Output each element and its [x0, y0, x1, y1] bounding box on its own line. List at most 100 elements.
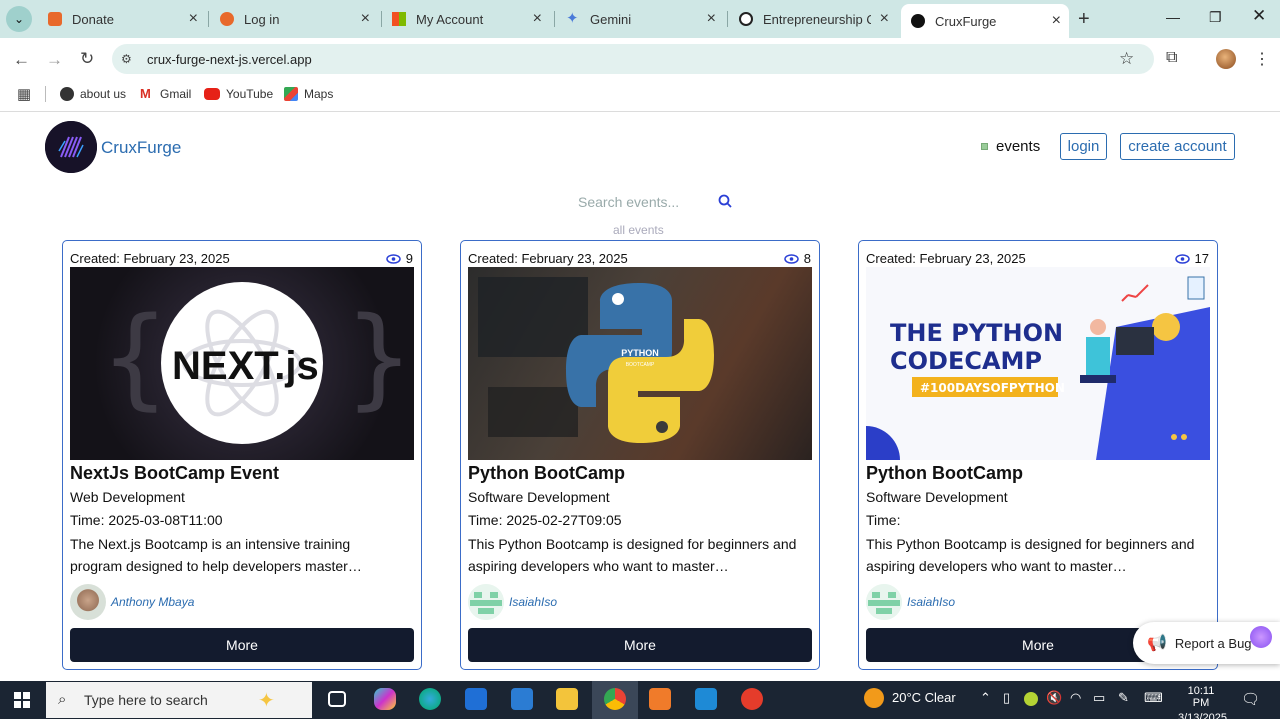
bookmark-label: Maps [304, 87, 334, 101]
copilot-icon[interactable] [374, 688, 396, 710]
close-icon[interactable]: × [533, 10, 542, 28]
author-name[interactable]: IsaiahIso [907, 595, 955, 609]
more-button[interactable]: More [70, 628, 414, 662]
author-avatar[interactable] [468, 584, 504, 620]
weather-icon[interactable] [864, 688, 884, 708]
wifi-icon[interactable]: ◠ [1070, 690, 1081, 706]
close-icon[interactable]: × [189, 10, 198, 28]
wps-icon[interactable] [741, 688, 763, 710]
author-name[interactable]: Anthony Mbaya [111, 595, 194, 609]
bookmarks-bar [0, 80, 1280, 112]
bookmark-divider [45, 86, 46, 102]
created-date: Created: February 23, 2025 [70, 251, 230, 266]
url-text[interactable]: crux-furge-next-js.vercel.app [147, 52, 312, 67]
tab-search-button[interactable]: ⌄ [6, 6, 32, 32]
event-card[interactable]: Created: February 23, 2025 8 PYTHON BOOT… [460, 240, 820, 670]
image-text: PYTHON [621, 348, 659, 358]
menu-icon[interactable]: ⋮ [1254, 49, 1270, 69]
keyboard-icon[interactable]: ⌨ [1144, 690, 1163, 706]
device-icon[interactable]: ▯ [1003, 690, 1010, 706]
vscode-icon[interactable] [695, 688, 717, 710]
create-account-button[interactable]: create account [1120, 133, 1235, 160]
event-title[interactable]: Python BootCamp [468, 463, 625, 484]
author-avatar[interactable] [866, 584, 902, 620]
event-title[interactable]: Python BootCamp [866, 463, 1023, 484]
site-logo[interactable] [45, 121, 97, 173]
reload-button[interactable]: ↻ [80, 49, 94, 69]
event-title[interactable]: NextJs BootCamp Event [70, 463, 279, 484]
bookmark-gmail[interactable]: M Gmail [140, 87, 191, 102]
clock[interactable]: 10:11 PM 3/13/2025 [1178, 685, 1227, 724]
view-count-value: 17 [1194, 251, 1209, 266]
mail-icon[interactable] [511, 688, 533, 710]
tab-divider [554, 11, 555, 27]
extensions-icon[interactable]: ⧉ [1166, 49, 1177, 67]
filter-label[interactable]: all events [613, 223, 664, 237]
xampp-icon[interactable] [649, 688, 671, 710]
weather-text[interactable]: 20°C Clear [892, 690, 956, 705]
nav-events-link[interactable]: events [981, 138, 1040, 155]
close-icon[interactable]: × [1052, 12, 1061, 30]
logo-icon [45, 121, 97, 173]
site-info-icon[interactable]: ⚙ [121, 52, 132, 66]
event-card[interactable]: Created: February 23, 2025 17 THE PYTHON… [858, 240, 1218, 670]
event-category: Web Development [70, 489, 185, 505]
search-input[interactable] [578, 192, 738, 212]
bookmark-about-us[interactable]: about us [60, 87, 126, 101]
edge-icon[interactable] [419, 688, 441, 710]
profile-avatar[interactable] [1216, 49, 1236, 69]
close-icon[interactable]: × [880, 10, 889, 28]
brand-name[interactable]: CruxFurge [101, 138, 181, 158]
windows-start-button[interactable] [14, 692, 30, 713]
globe-icon [60, 87, 74, 101]
more-button[interactable]: More [468, 628, 812, 662]
window-close-button[interactable]: ✕ [1252, 6, 1266, 26]
chrome-icon[interactable] [604, 688, 626, 710]
task-view-icon[interactable] [328, 691, 346, 707]
apps-grid-icon[interactable]: ▦ [17, 85, 31, 103]
event-card[interactable]: Created: February 23, 2025 9 { } NEXT.js… [62, 240, 422, 670]
restore-button[interactable]: ❐ [1209, 9, 1222, 26]
eye-icon [784, 253, 799, 264]
bookmark-youtube[interactable]: YouTube [204, 87, 273, 101]
new-tab-button[interactable]: + [1078, 8, 1090, 31]
author-avatar[interactable] [70, 584, 106, 620]
tab-entrepreneurship[interactable]: Entrepreneurship Qu × [729, 6, 897, 32]
tab-cruxfurge[interactable]: CruxFurge × [901, 4, 1069, 38]
chevron-up-icon[interactable]: ⌃ [980, 690, 991, 706]
login-button[interactable]: login [1060, 133, 1107, 160]
tab-gemini[interactable]: ✦ Gemini × [556, 6, 724, 32]
copilot-sparkle-icon[interactable]: ✦ [258, 688, 275, 713]
windows-icon [14, 692, 30, 708]
volume-icon[interactable]: 🔇 [1046, 690, 1062, 706]
image-subtext: BOOTCAMP [626, 362, 655, 368]
close-icon[interactable]: × [707, 10, 716, 28]
event-image[interactable]: PYTHON BOOTCAMP [468, 267, 812, 460]
event-image[interactable]: THE PYTHON CODECAMP #100DAYSOFPYTHON [866, 267, 1210, 460]
events-icon [981, 143, 988, 150]
battery-icon[interactable]: ▭ [1093, 690, 1105, 706]
tray-app-icon[interactable] [1024, 692, 1038, 706]
event-image[interactable]: { } NEXT.js [70, 267, 414, 460]
tab-label: Donate [72, 11, 114, 27]
back-button[interactable]: ← [13, 50, 30, 70]
assistant-icon[interactable] [1250, 626, 1272, 648]
close-icon[interactable]: × [361, 10, 370, 28]
bookmark-maps[interactable]: Maps [284, 87, 333, 101]
notifications-icon[interactable]: 🗨 [1241, 690, 1260, 708]
author-name[interactable]: IsaiahIso [509, 595, 557, 609]
view-count: 9 [386, 251, 413, 266]
tab-donate[interactable]: Donate × [38, 6, 206, 32]
tab-my-account[interactable]: My Account × [382, 6, 550, 32]
forward-button[interactable]: → [46, 50, 63, 70]
minimize-button[interactable]: — [1166, 9, 1180, 25]
search-icon[interactable] [718, 194, 733, 209]
tab-log-in[interactable]: Log in × [210, 6, 378, 32]
file-explorer-icon[interactable] [556, 688, 578, 710]
pen-icon[interactable]: ✎ [1118, 690, 1129, 706]
triangle-icon [911, 14, 925, 28]
eye-icon [1174, 253, 1190, 264]
star-icon[interactable]: ☆ [1119, 49, 1134, 69]
arrow-right-icon: → [46, 50, 63, 69]
store-icon[interactable] [465, 688, 487, 710]
